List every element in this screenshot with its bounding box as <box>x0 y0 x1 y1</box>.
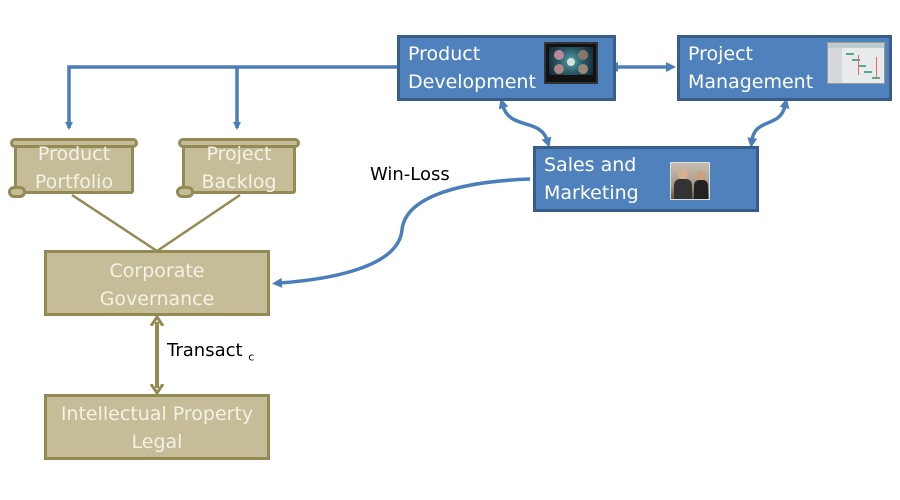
node-sales-marketing[interactable]: Sales and Marketing <box>533 146 759 212</box>
transact-subscript: c <box>248 350 255 364</box>
node-label: Project Backlog <box>201 143 277 193</box>
transact-text: Transact <box>167 340 243 361</box>
node-label: Intellectual Property Legal <box>60 403 254 453</box>
node-project-backlog[interactable]: Project Backlog <box>176 138 300 200</box>
node-project-management[interactable]: Project Management <box>677 35 892 101</box>
edge-label-transact: Transact c <box>167 340 254 364</box>
node-label: Product Portfolio <box>34 143 114 193</box>
node-label: Product Development <box>408 43 536 93</box>
edge-label-win-loss: Win-Loss <box>370 164 450 185</box>
node-product-development[interactable]: Product Development <box>397 35 616 101</box>
presentation-slide-image <box>544 42 598 84</box>
edge-product-dev-to-portfolio <box>65 65 398 130</box>
edge-project-mgmt-sales <box>747 98 790 148</box>
node-label: Project Management <box>688 43 814 93</box>
node-product-portfolio[interactable]: Product Portfolio <box>8 138 138 200</box>
node-ip-legal[interactable]: Intellectual Property Legal <box>44 394 270 460</box>
gantt-chart-image <box>827 42 885 84</box>
node-corporate-governance[interactable]: Corporate Governance <box>44 250 270 316</box>
edge-product-dev-sales <box>498 98 552 148</box>
edge-backlog-governance <box>156 193 241 253</box>
edge-portfolio-governance <box>71 193 158 253</box>
node-label: Sales and Marketing <box>544 154 639 204</box>
edge-win-loss <box>272 177 531 288</box>
node-label: Corporate Governance <box>99 260 215 310</box>
business-meeting-photo <box>670 162 710 200</box>
